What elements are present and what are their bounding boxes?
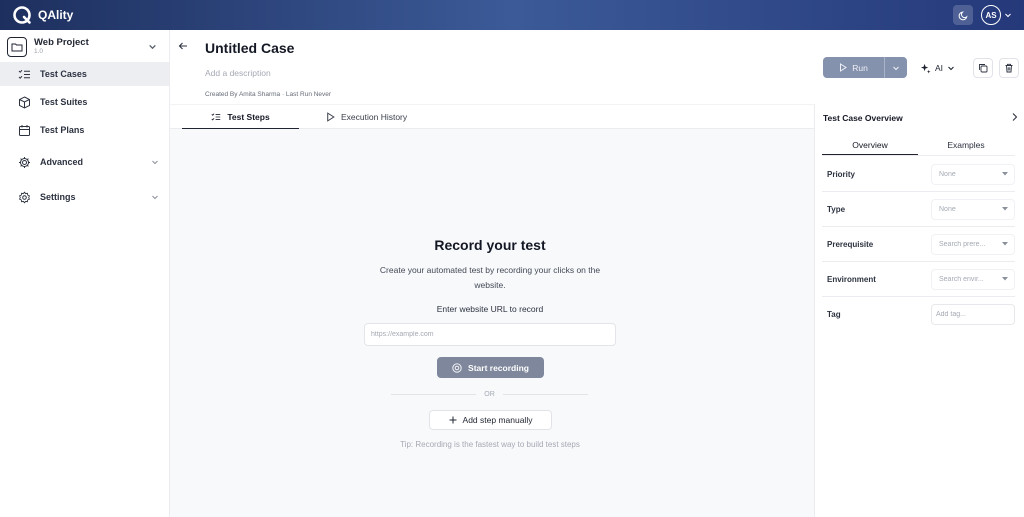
recorder-area: Record your test Create your automated t… [170,129,814,517]
prerequisite-select[interactable]: Search prere... [931,233,1015,255]
folder-icon [7,36,27,57]
environment-select[interactable]: Search envir... [931,268,1015,290]
gear-icon [19,156,30,168]
panel-title: Test Case Overview [823,113,903,123]
qality-logo-icon [13,6,31,24]
ai-button[interactable]: AI [916,58,959,78]
sidebar: Web Project 1.0 Test Cases Test Suites T… [0,30,170,517]
start-recording-label: Start recording [468,362,529,373]
chevron-down-icon [152,160,158,165]
brand[interactable]: QAlity [12,5,73,25]
field-label: Environment [827,274,876,284]
field-tag: Tag Add tag... [822,297,1015,332]
project-switcher[interactable]: Web Project 1.0 [0,30,169,62]
tag-input[interactable]: Add tag... [931,304,1015,325]
duplicate-button[interactable] [973,58,993,78]
caret-down-icon [1002,207,1008,211]
recorder-subtitle: Create your automated test by recording … [379,265,601,290]
list-check-icon [18,69,30,79]
project-version: 1.0 [34,48,44,55]
start-recording-button[interactable]: Start recording [437,357,544,378]
project-name: Web Project [34,36,89,48]
field-label: Type [827,204,846,214]
copy-icon [979,64,988,73]
panel-tabs: Overview Examples [822,135,1015,156]
description-field[interactable]: Add a description [205,68,271,78]
back-arrow-icon[interactable] [177,40,189,52]
field-label: Prerequisite [827,239,874,249]
or-label: OR [484,390,495,398]
add-step-label: Add step manually [462,415,533,425]
list-check-icon [211,112,221,120]
sidebar-item-settings[interactable]: Settings [0,185,169,209]
field-label: Priority [827,169,856,179]
case-meta: Created By Amita Sharma · Last Run Never [205,91,332,98]
chevron-right-icon[interactable] [1010,112,1019,122]
sidebar-item-label: Test Suites [40,97,88,107]
ai-label: AI [935,63,944,73]
field-environment: Environment Search envir... [822,262,1015,297]
caret-down-icon [1002,242,1008,246]
moon-icon [958,10,968,20]
field-label: Tag [827,310,841,319]
sidebar-item-label: Advanced [40,157,84,167]
sidebar-item-test-cases[interactable]: Test Cases [0,62,169,86]
sidebar-item-label: Test Plans [40,125,85,135]
field-prerequisite: Prerequisite Search prere... [822,227,1015,262]
calendar-icon [19,124,30,136]
url-input[interactable] [364,323,616,346]
cog-icon [19,190,30,204]
sidebar-item-test-plans[interactable]: Test Plans [0,118,169,142]
page-title[interactable]: Untitled Case [205,40,294,56]
run-button[interactable]: Run [823,57,907,78]
theme-toggle-button[interactable] [953,5,973,25]
chevron-down-icon [948,66,954,71]
top-bar: QAlity AS [0,0,1024,30]
sidebar-item-label: Settings [40,192,76,202]
tab-execution-history[interactable]: Execution History [326,105,407,129]
run-options-button[interactable] [884,57,907,78]
sparkles-icon [920,63,931,74]
add-step-manually-button[interactable]: Add step manually [429,410,552,430]
avatar: AS [981,5,1001,25]
trash-icon [1005,63,1013,73]
tab-label: Execution History [341,112,408,122]
chevron-down-icon [149,44,156,50]
sidebar-item-advanced[interactable]: Advanced [0,150,169,174]
chevron-down-icon [152,195,158,200]
overview-panel: Test Case Overview Overview Examples Pri… [814,104,1024,517]
play-icon [840,63,848,72]
case-tabs: Test Steps Execution History [170,104,814,129]
record-icon [452,362,462,373]
run-label: Run [852,62,868,73]
plus-icon [449,416,457,424]
type-select[interactable]: None [931,198,1015,220]
chevron-down-icon [893,66,899,70]
sidebar-item-test-suites[interactable]: Test Suites [0,90,169,114]
sidebar-item-label: Test Cases [40,69,87,79]
user-menu[interactable]: AS [981,5,1012,25]
delete-button[interactable] [999,58,1019,78]
caret-down-icon [1002,277,1008,281]
or-divider: OR [391,389,588,399]
tab-examples[interactable]: Examples [918,135,1014,155]
field-type: Type None [822,192,1015,227]
tab-overview[interactable]: Overview [822,135,918,155]
field-priority: Priority None [822,157,1015,192]
url-label: Enter website URL to record [436,304,544,314]
app-name: QAlity [38,8,74,22]
tab-test-steps[interactable]: Test Steps [182,105,299,129]
caret-down-icon [1002,172,1008,176]
chevron-down-icon [1005,13,1011,18]
run-main-button[interactable]: Run [823,57,884,78]
play-icon [327,112,335,122]
cube-icon [19,95,30,109]
tab-label: Test Steps [227,111,270,122]
priority-select[interactable]: None [931,163,1015,185]
recorder-tip: Tip: Recording is the fastest way to bui… [400,440,580,449]
recorder-title: Record your test [434,237,546,253]
